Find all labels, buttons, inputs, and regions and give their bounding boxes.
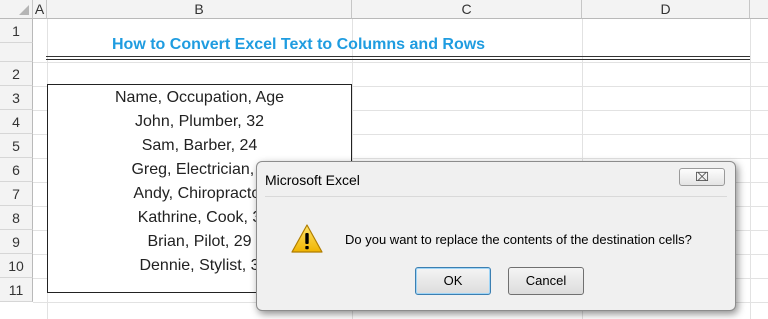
- row-header-6[interactable]: 6: [0, 158, 33, 182]
- column-header-e[interactable]: [750, 0, 768, 19]
- sheet-title: How to Convert Excel Text to Columns and…: [112, 36, 486, 53]
- warning-icon: [291, 224, 323, 253]
- row-header-7[interactable]: 7: [0, 182, 33, 206]
- select-all-corner[interactable]: [0, 0, 33, 19]
- column-header-d[interactable]: D: [582, 0, 750, 19]
- column-header-b[interactable]: B: [47, 0, 352, 19]
- double-underline: [46, 56, 750, 60]
- row-header-11[interactable]: 11: [0, 278, 33, 302]
- dialog-title: Microsoft Excel: [265, 172, 360, 188]
- row-header-8[interactable]: 8: [0, 206, 33, 230]
- cancel-button[interactable]: Cancel: [508, 267, 584, 295]
- row-header-3[interactable]: 3: [0, 86, 33, 110]
- cell-b5[interactable]: Sam, Barber, 24: [47, 134, 352, 158]
- replace-contents-dialog: Microsoft Excel ⌧ Do you want to replace…: [256, 161, 736, 311]
- row-header-1-ext: [0, 43, 33, 62]
- row-header-2[interactable]: 2: [0, 62, 33, 86]
- cell-b4[interactable]: John, Plumber, 32: [47, 110, 352, 134]
- column-header-a[interactable]: A: [33, 0, 47, 19]
- row-header-1[interactable]: 1: [0, 19, 33, 43]
- cell-b3[interactable]: Name, Occupation, Age: [47, 86, 352, 110]
- close-button[interactable]: ⌧: [679, 168, 725, 186]
- row-header-10[interactable]: 10: [0, 254, 33, 278]
- column-header-c[interactable]: C: [352, 0, 582, 19]
- row-header-4[interactable]: 4: [0, 110, 33, 134]
- close-icon: ⌧: [695, 170, 709, 184]
- dialog-body: Do you want to replace the contents of t…: [265, 196, 727, 305]
- row-header-5[interactable]: 5: [0, 134, 33, 158]
- dialog-message: Do you want to replace the contents of t…: [345, 232, 692, 247]
- row-header-9[interactable]: 9: [0, 230, 33, 254]
- ok-button[interactable]: OK: [415, 267, 491, 295]
